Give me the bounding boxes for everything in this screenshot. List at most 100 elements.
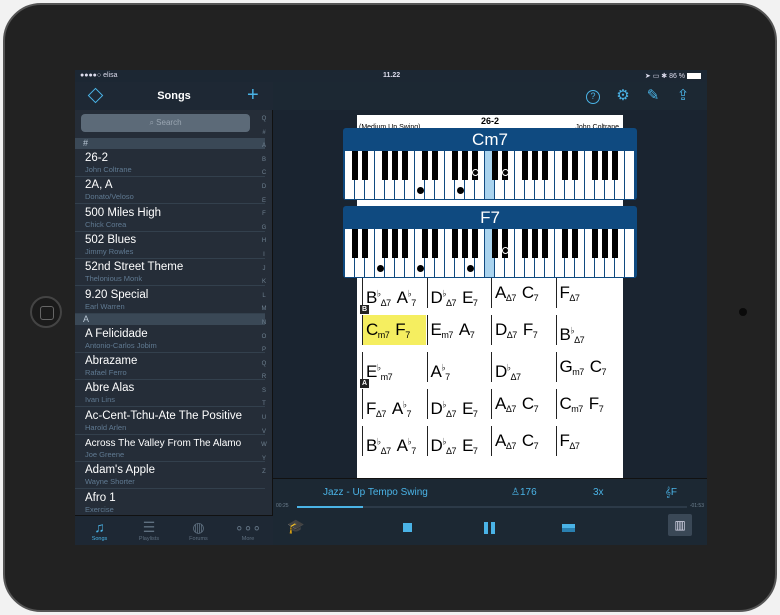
measure[interactable]: A♭7	[426, 352, 491, 382]
measure[interactable]: Cm7 F7	[555, 389, 620, 419]
index-letter[interactable]: M	[258, 306, 270, 320]
style-selector[interactable]: Jazz - Up Tempo Swing	[323, 487, 428, 498]
black-key[interactable]	[521, 151, 529, 180]
tempo-control[interactable]: ♙176	[511, 487, 537, 498]
list-item[interactable]: 52nd Street Theme Thelonious Monk	[75, 259, 265, 287]
measure[interactable]: DΔ7 F7	[491, 315, 555, 345]
black-key[interactable]	[531, 151, 539, 180]
measure[interactable]: B♭Δ7 A♭7	[362, 278, 426, 308]
measure[interactable]: FΔ7	[555, 426, 620, 456]
alphabet-index[interactable]: Q # A B C D E F G H I J K L M N O P Q R S T U V W Y Z	[258, 116, 270, 483]
black-key[interactable]	[471, 229, 479, 258]
black-key[interactable]	[571, 151, 579, 180]
black-key[interactable]	[611, 229, 619, 258]
black-key[interactable]	[451, 151, 459, 180]
measure[interactable]: Gm7 C7	[555, 352, 620, 382]
black-key[interactable]	[491, 151, 499, 180]
black-key[interactable]	[601, 151, 609, 180]
index-letter[interactable]: Q	[258, 361, 270, 375]
tab-songs[interactable]: ♫ Songs	[75, 516, 124, 545]
list-item[interactable]: 26-2 John Coltrane	[75, 150, 265, 177]
index-letter[interactable]: D	[258, 184, 270, 198]
measure[interactable]: Em7 A7	[426, 315, 491, 345]
black-key[interactable]	[611, 151, 619, 180]
black-key[interactable]	[391, 229, 399, 258]
index-letter[interactable]: V	[258, 429, 270, 443]
index-letter[interactable]: L	[258, 293, 270, 307]
black-key[interactable]	[431, 229, 439, 258]
help-icon[interactable]: ?	[583, 86, 603, 104]
index-letter[interactable]: K	[258, 279, 270, 293]
black-key[interactable]	[391, 151, 399, 180]
black-key[interactable]	[421, 151, 429, 180]
search-input[interactable]: ⌕ Search	[81, 114, 250, 132]
black-key[interactable]	[431, 151, 439, 180]
white-key[interactable]	[625, 151, 635, 199]
list-item[interactable]: 9.20 Special Earl Warren	[75, 287, 265, 314]
share-icon[interactable]: ⇪	[673, 86, 693, 104]
mixer-icon[interactable]	[562, 524, 575, 532]
tab-forums[interactable]: ◍ Forums	[174, 516, 223, 545]
list-item[interactable]: A Felicidade Antonio-Carlos Jobim	[75, 326, 265, 353]
list-item[interactable]: Adam's Apple Wayne Shorter	[75, 462, 265, 490]
black-key[interactable]	[601, 229, 609, 258]
pencil-icon[interactable]: ✎	[643, 86, 663, 104]
index-letter[interactable]: T	[258, 401, 270, 415]
black-key[interactable]	[591, 151, 599, 180]
measure[interactable]: D♭Δ7 E7	[426, 389, 491, 419]
index-letter[interactable]: Q	[258, 116, 270, 130]
measure[interactable]: B♭Δ7	[555, 315, 620, 345]
black-key[interactable]	[571, 229, 579, 258]
black-key[interactable]	[401, 151, 409, 180]
black-key[interactable]	[461, 229, 469, 258]
index-letter[interactable]: R	[258, 374, 270, 388]
black-key[interactable]	[461, 151, 469, 180]
index-letter[interactable]: Y	[258, 456, 270, 470]
black-key[interactable]	[381, 229, 389, 258]
index-letter[interactable]: F	[258, 211, 270, 225]
measure[interactable]: D♭Δ7 E7	[426, 278, 491, 308]
index-letter[interactable]: W	[258, 442, 270, 456]
home-button[interactable]	[30, 296, 62, 328]
list-item[interactable]: Abrazame Rafael Ferro	[75, 353, 265, 381]
black-key[interactable]	[531, 229, 539, 258]
practice-icon[interactable]: 🎓	[287, 518, 304, 535]
black-key[interactable]	[541, 229, 549, 258]
index-letter[interactable]: C	[258, 170, 270, 184]
black-key[interactable]	[451, 229, 459, 258]
black-key[interactable]	[561, 151, 569, 180]
index-letter[interactable]: E	[258, 198, 270, 212]
black-key[interactable]	[521, 229, 529, 258]
measure[interactable]: AΔ7 C7	[491, 426, 555, 456]
index-letter[interactable]: G	[258, 225, 270, 239]
index-letter[interactable]: H	[258, 238, 270, 252]
measure[interactable]: Cm7 F7	[362, 315, 426, 345]
measure[interactable]: AΔ7 C7	[491, 389, 555, 419]
index-letter[interactable]: A	[258, 143, 270, 157]
piano-toggle-button[interactable]: ▥	[668, 514, 692, 536]
white-key[interactable]	[625, 229, 635, 277]
black-key[interactable]	[361, 151, 369, 180]
key-control[interactable]: 𝄞F	[665, 487, 677, 498]
black-key[interactable]	[541, 151, 549, 180]
list-item[interactable]: 502 Blues Jimmy Rowles	[75, 232, 265, 259]
list-item[interactable]: Abre Alas Ivan Lins	[75, 380, 265, 408]
black-key[interactable]	[361, 229, 369, 258]
measure[interactable]: D♭Δ7 E7	[426, 426, 491, 456]
black-key[interactable]	[351, 229, 359, 258]
black-key[interactable]	[351, 151, 359, 180]
list-item[interactable]: Across The Valley From The Alamo Joe Gree…	[75, 435, 265, 462]
tab-more[interactable]: ∘∘∘ More	[224, 516, 273, 545]
list-item[interactable]: Ac-Cent-Tchu-Ate The Positive Harold Arle…	[75, 408, 265, 435]
stop-button[interactable]	[403, 523, 412, 532]
black-key[interactable]	[421, 229, 429, 258]
gear-icon[interactable]: ⚙	[613, 86, 633, 104]
list-item[interactable]: 2A, A Donato/Veloso	[75, 177, 265, 205]
index-letter[interactable]: J	[258, 266, 270, 280]
measure[interactable]: FΔ7	[555, 278, 620, 308]
index-letter[interactable]: S	[258, 388, 270, 402]
index-letter[interactable]: B	[258, 157, 270, 171]
index-letter[interactable]: U	[258, 415, 270, 429]
measure[interactable]: E♭m7	[362, 352, 426, 382]
index-letter[interactable]: N	[258, 320, 270, 334]
